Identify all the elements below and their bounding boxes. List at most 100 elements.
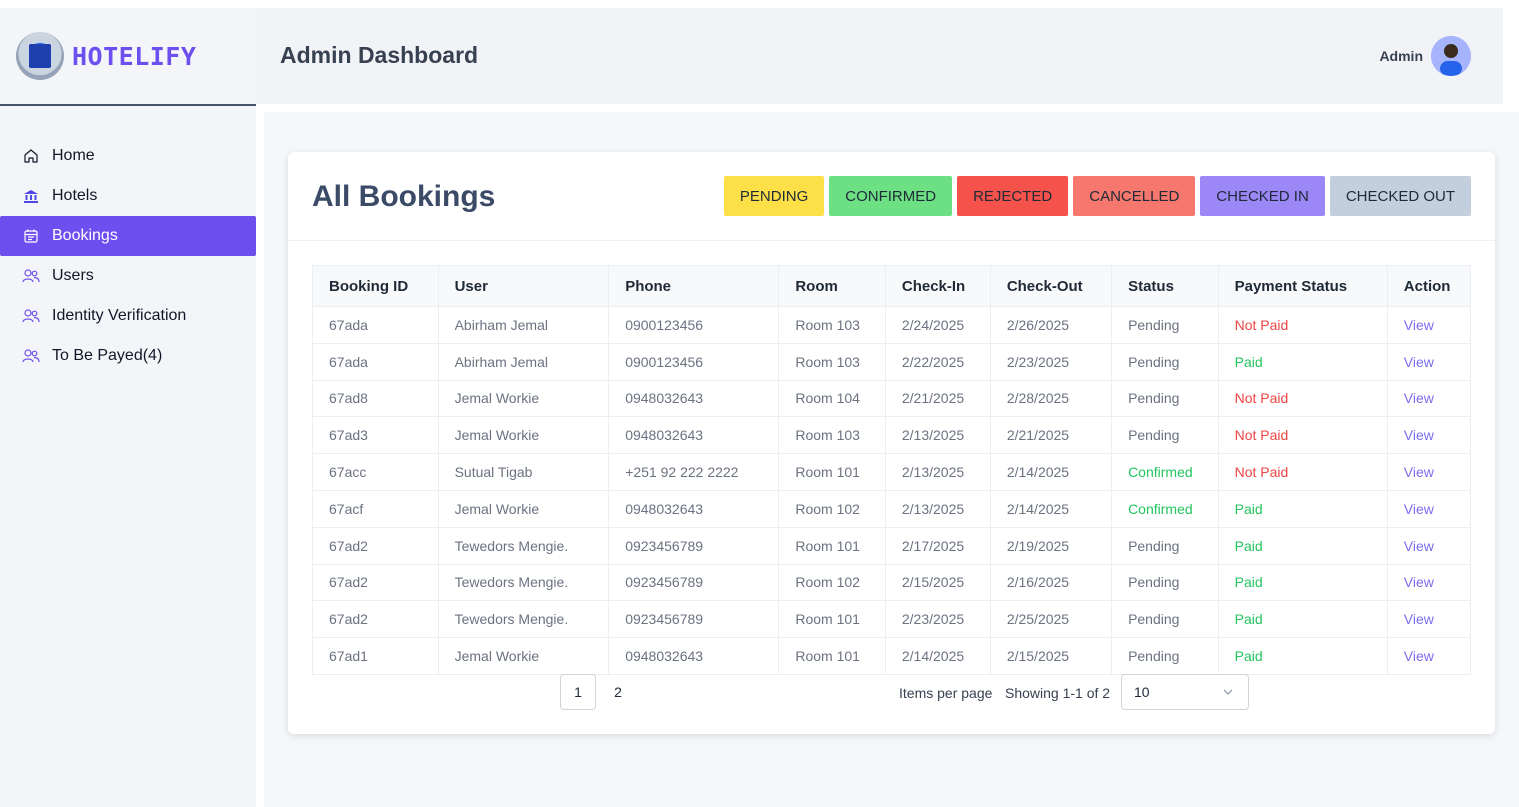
page-1-button[interactable]: 1 — [560, 674, 596, 710]
sidebar-item-label: Hotels — [52, 187, 98, 204]
view-link[interactable]: View — [1386, 600, 1472, 639]
table-row: 67ada Abirham Jemal 0900123456 Room 103 2/22… — [312, 342, 1472, 381]
table-cell: Jemal Workie — [437, 379, 610, 418]
table-cell: 2/13/2025 — [884, 416, 991, 455]
status-cell: Pending — [1111, 379, 1219, 418]
sidebar: HOTELIFY Home Hotels Bookings Users Identity… — [0, 8, 256, 807]
table-cell: +251 92 222 2222 — [608, 453, 780, 491]
table-cell: 2/24/2025 — [884, 306, 991, 344]
table-cell: 67ad8 — [312, 379, 439, 418]
table-cell: 2/15/2025 — [884, 563, 991, 602]
payment-status-cell: Paid — [1217, 342, 1388, 381]
table-row: 67ad2 Tewedors Mengie. 0923456789 Room 101 2… — [312, 526, 1472, 565]
status-cell: Confirmed — [1111, 453, 1219, 491]
sidebar-item-users[interactable]: Users — [0, 256, 256, 296]
filter-checked-in-button[interactable]: CHECKED IN — [1200, 176, 1325, 216]
table-cell: Tewedors Mengie. — [437, 600, 610, 639]
filter-confirmed-button[interactable]: CONFIRMED — [829, 176, 953, 216]
table-row: 67acf Jemal Workie 0948032643 Room 102 2/13/… — [312, 489, 1472, 528]
home-icon — [22, 147, 40, 165]
sidebar-item-bookings[interactable]: Bookings — [0, 216, 256, 256]
payment-status-cell: Not Paid — [1217, 306, 1388, 344]
column-header: Room — [778, 265, 886, 307]
table-cell: 0923456789 — [608, 600, 780, 639]
table-cell: 67ad2 — [312, 600, 439, 639]
table-cell: 2/21/2025 — [884, 379, 991, 418]
view-link[interactable]: View — [1386, 416, 1472, 455]
table-cell: 0900123456 — [608, 342, 780, 381]
payment-status-cell: Paid — [1217, 489, 1388, 528]
status-cell: Pending — [1111, 526, 1219, 565]
table-row: 67acc Sutual Tigab +251 92 222 2222 Room 10… — [312, 453, 1472, 491]
column-header: Check-Out — [989, 265, 1113, 307]
items-per-page-select[interactable]: 10 — [1121, 674, 1249, 710]
table-cell: Room 104 — [778, 379, 886, 418]
table-cell: 67ad2 — [312, 526, 439, 565]
filter-rejected-button[interactable]: REJECTED — [957, 176, 1069, 216]
table-cell: 67acf — [312, 489, 439, 528]
view-link[interactable]: View — [1386, 526, 1472, 565]
column-header: Booking ID — [312, 265, 439, 307]
table-cell: 2/23/2025 — [884, 600, 991, 639]
payment-status-cell: Not Paid — [1217, 453, 1388, 491]
table-row: 67ada Abirham Jemal 0900123456 Room 103 2/24… — [312, 306, 1472, 344]
table-cell: 2/25/2025 — [989, 600, 1113, 639]
status-cell: Pending — [1111, 306, 1219, 344]
filter-cancelled-button[interactable]: CANCELLED — [1073, 176, 1196, 216]
view-link[interactable]: View — [1386, 342, 1472, 381]
payment-status-cell: Paid — [1217, 563, 1388, 602]
table-cell: 0948032643 — [608, 637, 780, 675]
showing-count: Showing 1-1 of 2 — [1005, 685, 1111, 701]
payment-status-cell: Paid — [1217, 526, 1388, 565]
view-link[interactable]: View — [1386, 563, 1472, 602]
table-cell: 2/21/2025 — [989, 416, 1113, 455]
view-link[interactable]: View — [1386, 379, 1472, 418]
column-header: Action — [1386, 265, 1472, 307]
column-header: User — [437, 265, 610, 307]
table-cell: Jemal Workie — [437, 489, 610, 528]
view-link[interactable]: View — [1386, 489, 1472, 528]
status-cell: Pending — [1111, 600, 1219, 639]
top-header: Admin Dashboard Admin — [256, 8, 1503, 104]
sidebar-item-to-be-payed-4[interactable]: To Be Payed(4) — [0, 336, 256, 376]
table-header-row: Booking ID User Phone Room Check-In Check-Out… — [312, 265, 1472, 307]
sidebar-item-label: To Be Payed(4) — [52, 347, 163, 364]
table-cell: 2/28/2025 — [989, 379, 1113, 418]
sidebar-item-identity-verification[interactable]: Identity Verification — [0, 296, 256, 336]
avatar[interactable] — [1431, 36, 1471, 76]
table-cell: Room 101 — [778, 637, 886, 675]
status-cell: Pending — [1111, 563, 1219, 602]
table-cell: 2/19/2025 — [989, 526, 1113, 565]
brand[interactable]: HOTELIFY — [0, 8, 256, 106]
table-cell: Jemal Workie — [437, 637, 610, 675]
table-cell: 2/26/2025 — [989, 306, 1113, 344]
table-cell: 2/23/2025 — [989, 342, 1113, 381]
sidebar-item-label: Bookings — [52, 227, 118, 244]
pagination: 12 — [560, 674, 636, 710]
table-cell: 0948032643 — [608, 416, 780, 455]
status-cell: Confirmed — [1111, 489, 1219, 528]
table-cell: Abirham Jemal — [437, 306, 610, 344]
filter-checked-out-button[interactable]: CHECKED OUT — [1329, 176, 1471, 216]
bookings-card: All Bookings PENDING CONFIRMED REJECTED CAN… — [288, 152, 1495, 734]
view-link[interactable]: View — [1386, 306, 1472, 344]
sidebar-item-hotels[interactable]: Hotels — [0, 176, 256, 216]
payment-status-cell: Not Paid — [1217, 379, 1388, 418]
table-cell: 2/13/2025 — [884, 453, 991, 491]
table-row: 67ad1 Jemal Workie 0948032643 Room 101 2/14/… — [312, 637, 1472, 675]
view-link[interactable]: View — [1386, 637, 1472, 675]
column-header: Payment Status — [1217, 265, 1388, 307]
status-cell: Pending — [1111, 637, 1219, 675]
table-cell: Jemal Workie — [437, 416, 610, 455]
table-cell: Tewedors Mengie. — [437, 563, 610, 602]
sidebar-item-label: Users — [52, 267, 94, 284]
main-content: All Bookings PENDING CONFIRMED REJECTED CAN… — [264, 112, 1519, 807]
view-link[interactable]: View — [1386, 453, 1472, 491]
bookings-title: All Bookings — [312, 180, 496, 213]
table-cell: Room 101 — [778, 600, 886, 639]
filter-pending-button[interactable]: PENDING — [723, 176, 825, 216]
sidebar-item-home[interactable]: Home — [0, 136, 256, 176]
card-header: All Bookings PENDING CONFIRMED REJECTED CAN… — [288, 152, 1495, 241]
table-cell: 67ad3 — [312, 416, 439, 455]
page-2-button[interactable]: 2 — [600, 674, 636, 710]
